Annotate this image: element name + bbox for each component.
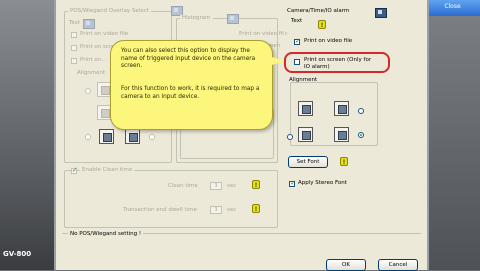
highlight-ring: [284, 52, 390, 73]
pos-option-1-checkbox[interactable]: [71, 32, 77, 38]
pos-option-3-label: Print on...: [80, 57, 107, 63]
enable-clean-checkbox[interactable]: [71, 166, 78, 174]
camera-text-label: Text: [291, 18, 303, 24]
pos-align-radio-bottom[interactable]: [85, 134, 91, 140]
camera-text-info-icon[interactable]: !: [318, 20, 326, 29]
pos-text-icon: [83, 19, 95, 29]
clean-time-unit: sec: [227, 183, 237, 189]
brand-label: GV-800: [3, 250, 32, 258]
pos-text-label: Text: [69, 20, 81, 26]
tooltip-paragraph-2: For this function to work, it is require…: [121, 86, 260, 100]
camera-align-radio-top-right[interactable]: [358, 108, 364, 114]
pos-align-bottom-left-button[interactable]: [99, 129, 114, 144]
transaction-info-icon[interactable]: !: [252, 204, 260, 213]
camera-align-top-left-button[interactable]: [298, 101, 313, 116]
camera-time-io-group: Camera/Time/IO alarm Text ! Print on vid…: [284, 8, 387, 149]
status-message: No POS/Wiegand setting !: [68, 231, 144, 237]
camera-align-radio-bottom-right[interactable]: [358, 132, 364, 138]
clean-time-info-icon[interactable]: !: [252, 180, 260, 189]
camera-group-title: Camera/Time/IO alarm: [287, 8, 350, 14]
pos-align-radio-right[interactable]: [149, 134, 155, 140]
histogram-option-1: Print on video file: [239, 31, 288, 37]
camera-align-top-right-button[interactable]: [334, 101, 349, 116]
transaction-dwell-label: Transaction end dwell time: [123, 207, 197, 213]
set-font-button[interactable]: Set Font: [288, 156, 328, 168]
pos-option-1-label: Print on video file: [80, 31, 129, 37]
clean-time-group: Enable Clean time Clean time 3 sec ! Tra…: [64, 166, 278, 228]
transaction-dwell-unit: sec: [227, 207, 237, 213]
pos-group-title: POS/Wiegand Overlay Select: [68, 8, 151, 14]
pos-alignment-label: Alignment: [77, 70, 106, 76]
camera-font-icon[interactable]: [375, 8, 387, 18]
transaction-dwell-input[interactable]: 3: [210, 206, 222, 214]
histogram-group-title: Histogram: [180, 15, 213, 21]
print-on-video-file-checkbox[interactable]: [294, 37, 301, 45]
pos-option-2-checkbox[interactable]: [71, 45, 77, 51]
cancel-button[interactable]: Cancel: [378, 259, 418, 271]
print-on-video-file-label: Print on video file: [304, 38, 353, 44]
clean-time-label: Clean time: [168, 183, 198, 189]
set-font-info-icon[interactable]: !: [340, 157, 348, 166]
pos-align-radio-left[interactable]: [85, 88, 91, 94]
camera-align-bottom-right-button[interactable]: [334, 127, 349, 142]
clean-time-input[interactable]: 3: [210, 182, 222, 190]
apply-stereo-font-checkbox[interactable]: [289, 179, 296, 187]
help-tooltip: You can also select this option to displ…: [110, 40, 273, 130]
pos-align-bottom-right-button[interactable]: [125, 129, 140, 144]
ok-button[interactable]: OK: [326, 259, 366, 271]
camera-align-bottom-left-button[interactable]: [298, 127, 313, 142]
tooltip-paragraph-1: You can also select this option to displ…: [121, 48, 256, 69]
pos-option-3-checkbox[interactable]: [71, 58, 77, 64]
camera-align-radio-bottom-left[interactable]: [287, 134, 293, 140]
histogram-icon: [227, 14, 239, 24]
background-window-left: [0, 0, 54, 270]
apply-stereo-font-label: Apply Stereo Font: [298, 180, 347, 186]
enable-clean-label: Enable Clean time: [80, 167, 135, 173]
background-window-right: [425, 0, 480, 270]
corner-close-button[interactable]: Close: [425, 0, 480, 16]
